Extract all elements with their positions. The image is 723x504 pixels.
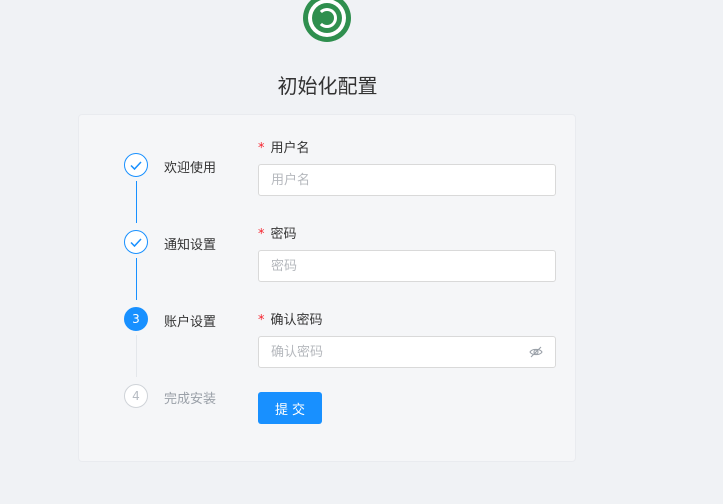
required-mark: *	[258, 313, 265, 328]
confirm-password-label: * 确认密码	[258, 309, 323, 328]
step-connector-1	[136, 181, 137, 223]
step-4-number: 4	[124, 384, 148, 408]
step-1-label: 欢迎使用	[164, 161, 217, 176]
page-title: 初始化配置	[277, 74, 378, 98]
submit-button[interactable]: 提交	[258, 392, 322, 424]
check-icon	[130, 238, 142, 248]
confirm-password-input[interactable]	[258, 336, 556, 368]
password-label: * 密码	[258, 223, 297, 242]
logo	[303, 0, 351, 42]
eye-off-icon[interactable]	[529, 345, 543, 359]
step-3-label: 账户设置	[164, 315, 217, 330]
step-connector-2	[136, 258, 137, 300]
required-mark: *	[258, 227, 265, 242]
step-connector-3	[136, 335, 137, 377]
check-icon	[130, 161, 142, 171]
username-label: * 用户名	[258, 137, 310, 156]
logo-emblem	[317, 8, 337, 28]
password-label-text: 密码	[270, 227, 297, 242]
required-mark: *	[258, 141, 265, 156]
step-3-number: 3	[124, 307, 148, 331]
step-4-label: 完成安装	[164, 392, 217, 407]
username-input[interactable]	[258, 164, 556, 196]
confirm-password-label-text: 确认密码	[270, 313, 323, 328]
password-input[interactable]	[258, 250, 556, 282]
step-2-label: 通知设置	[164, 238, 217, 253]
step-1-check-icon	[124, 153, 148, 177]
username-label-text: 用户名	[270, 141, 310, 156]
step-2-check-icon	[124, 230, 148, 254]
